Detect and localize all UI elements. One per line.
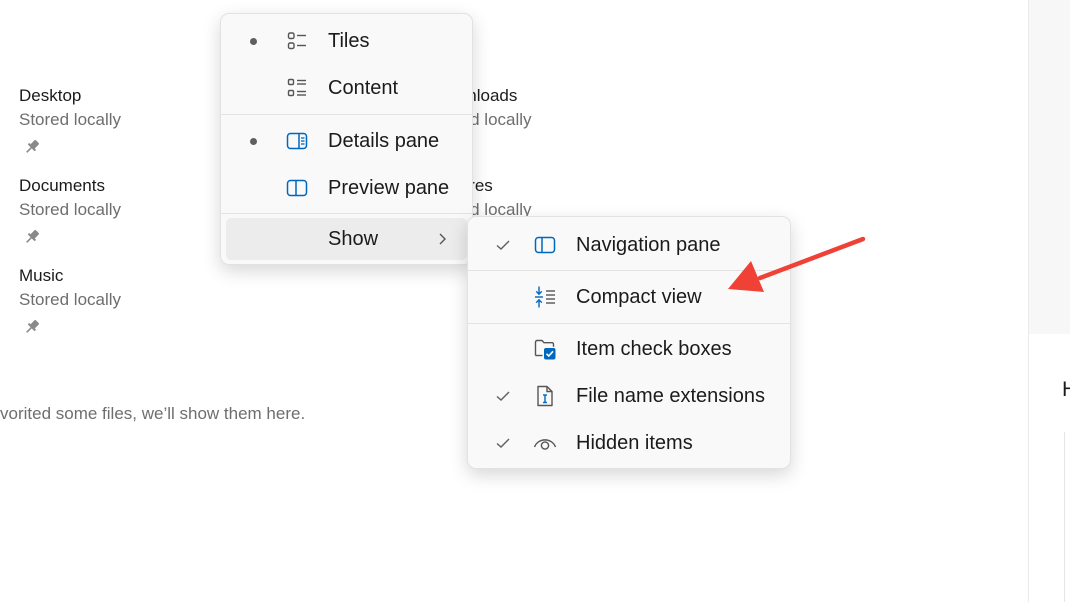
annotation-arrow-icon [728, 236, 866, 292]
